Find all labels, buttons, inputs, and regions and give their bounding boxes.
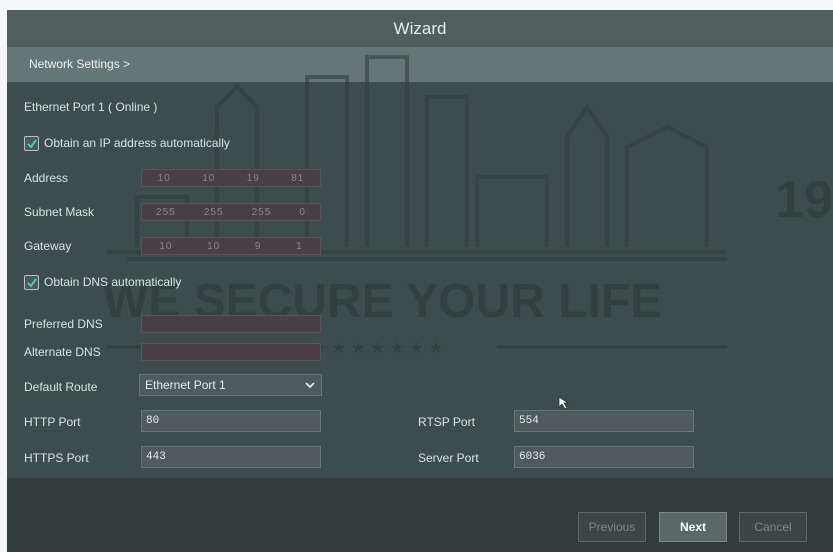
mouse-cursor-icon: [558, 396, 570, 410]
preferred-dns-field[interactable]: [141, 315, 321, 333]
address-field[interactable]: 10 10 19 81: [141, 169, 321, 187]
cancel-button[interactable]: Cancel: [739, 512, 807, 542]
watermark-number: 19: [775, 171, 833, 229]
previous-button[interactable]: Previous: [578, 512, 646, 542]
http-port-label: HTTP Port: [24, 415, 81, 429]
wizard-window: Wizard Network Settings > WE SECURE YOUR…: [7, 10, 833, 552]
server-port-input[interactable]: 6036: [514, 446, 694, 468]
preferred-dns-label: Preferred DNS: [24, 317, 103, 331]
https-port-label: HTTPS Port: [24, 451, 89, 465]
checkmark-icon: [27, 139, 37, 149]
default-route-value: Ethernet Port 1: [145, 378, 226, 392]
checkmark-icon: [27, 278, 37, 288]
ethernet-port-title: Ethernet Port 1 ( Online ): [24, 100, 158, 114]
default-route-label: Default Route: [24, 380, 98, 394]
default-route-select[interactable]: Ethernet Port 1: [139, 374, 322, 396]
obtain-dns-checkbox[interactable]: [24, 275, 39, 290]
address-octet: 81: [291, 172, 305, 184]
rtsp-port-label: RTSP Port: [418, 415, 475, 429]
address-octet: 10: [202, 172, 216, 184]
gateway-label: Gateway: [24, 239, 72, 253]
subnet-mask-label: Subnet Mask: [24, 205, 95, 219]
watermark-stars: ★ ★ ★ ★ ★ ★ ★: [312, 338, 443, 357]
http-port-input[interactable]: 80: [141, 410, 321, 432]
obtain-ip-label: Obtain an IP address automatically: [44, 136, 230, 150]
address-octet: 19: [246, 172, 260, 184]
alternate-dns-field[interactable]: [141, 343, 321, 361]
subnet-mask-field[interactable]: 255 255 255 0: [141, 203, 321, 221]
obtain-dns-label: Obtain DNS automatically: [44, 275, 182, 289]
address-octet: 10: [157, 172, 171, 184]
chevron-down-icon: [305, 382, 315, 389]
gateway-octet: 1: [296, 240, 303, 252]
rtsp-port-input[interactable]: 554: [514, 410, 694, 432]
window-title: Wizard: [7, 10, 833, 47]
breadcrumb: Network Settings >: [7, 47, 833, 82]
gateway-octet: 9: [254, 240, 262, 252]
address-label: Address: [24, 171, 69, 185]
subnet-octet: 255: [251, 206, 272, 218]
gateway-octet: 10: [207, 240, 221, 252]
subnet-octet: 255: [203, 206, 224, 218]
obtain-ip-checkbox[interactable]: [24, 136, 39, 151]
server-port-label: Server Port: [418, 451, 479, 465]
subnet-octet: 255: [156, 206, 176, 218]
gateway-octet: 10: [159, 240, 173, 252]
next-button[interactable]: Next: [659, 512, 727, 542]
watermark-cityscape: WE SECURE YOUR LIFE ★ ★ ★ ★ ★ ★ ★ 19: [103, 55, 833, 357]
subnet-octet: 0: [299, 206, 306, 218]
https-port-input[interactable]: 443: [141, 446, 321, 468]
gateway-field[interactable]: 10 10 9 1: [141, 237, 321, 255]
alternate-dns-label: Alternate DNS: [24, 345, 101, 359]
